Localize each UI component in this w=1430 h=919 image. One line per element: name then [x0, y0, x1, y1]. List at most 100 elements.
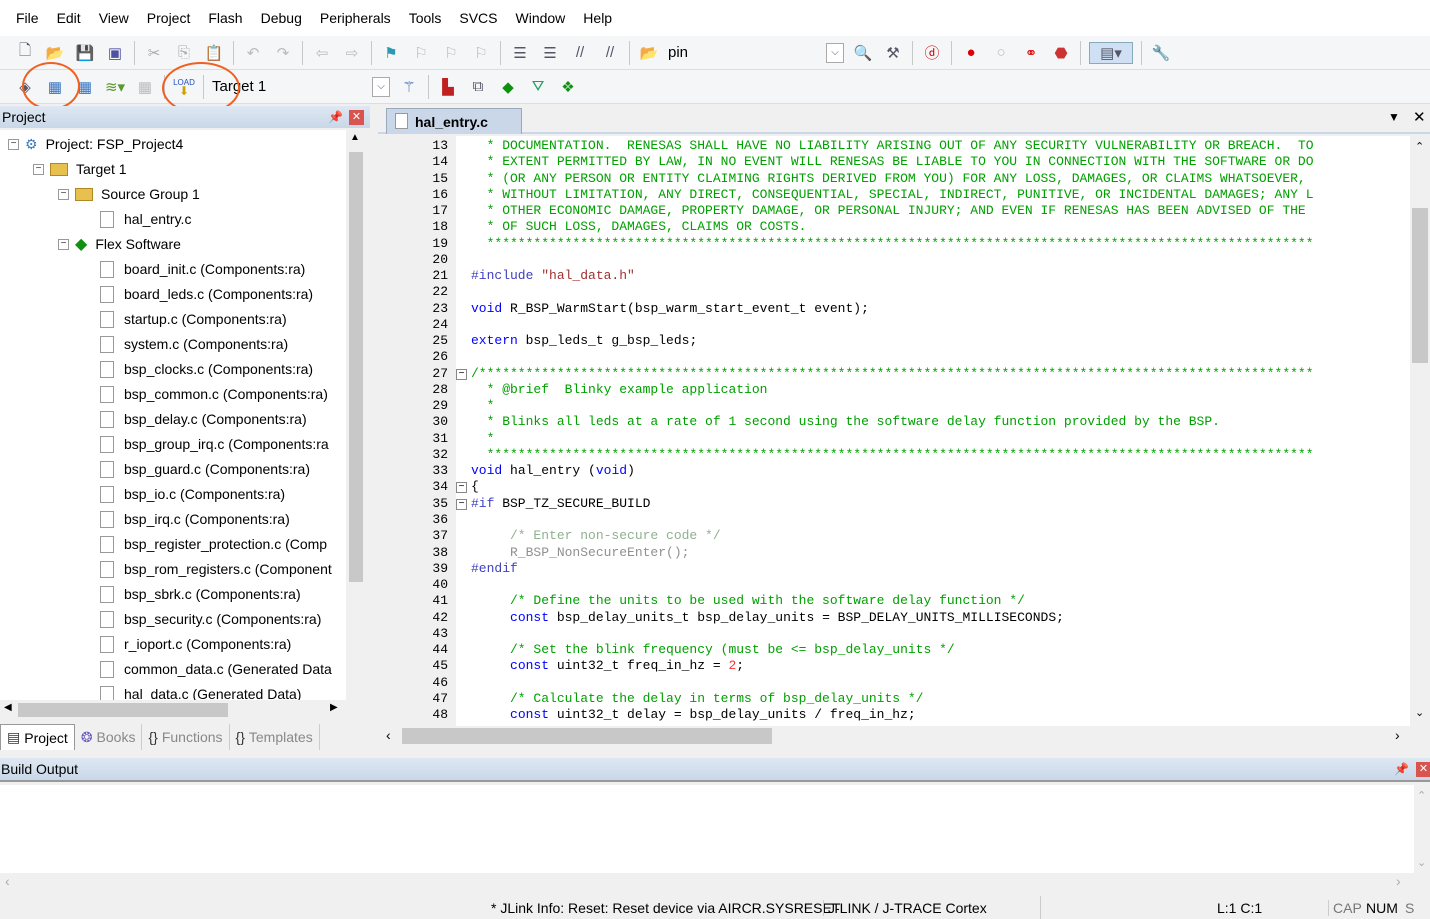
menu-peripherals[interactable]: Peripherals — [311, 10, 400, 26]
tab-list-dropdown-icon[interactable]: ▼ — [1388, 110, 1400, 124]
target-options-icon[interactable]: ⚚ — [398, 76, 420, 98]
menu-project[interactable]: Project — [138, 10, 200, 26]
window-layout-icon[interactable]: ▤▾ — [1089, 41, 1133, 64]
tree-item[interactable]: bsp_io.c (Components:ra) — [100, 482, 285, 506]
fold-toggle-icon[interactable]: − — [456, 482, 467, 494]
tree-item[interactable]: board_leds.c (Components:ra) — [100, 282, 313, 306]
menu-edit[interactable]: Edit — [48, 10, 90, 26]
tree-item[interactable]: bsp_guard.c (Components:ra) — [100, 457, 310, 481]
file-extensions-icon[interactable]: ▙ — [437, 76, 459, 98]
copy-project-icon[interactable]: ⧉ — [467, 76, 489, 98]
fold-toggle-icon[interactable]: − — [456, 368, 467, 380]
clear-bookmarks-icon[interactable]: ⚐ — [470, 42, 492, 64]
close-icon[interactable]: ✕ — [349, 109, 364, 125]
tree-item[interactable]: startup.c (Components:ra) — [100, 307, 287, 331]
code-token: #if — [471, 495, 495, 511]
bookmark-icon[interactable]: ⚑ — [380, 42, 402, 64]
open-folder-icon[interactable]: 📂 — [44, 42, 66, 64]
find-in-files-icon[interactable]: 📂 — [638, 42, 660, 64]
find-icon[interactable]: 🔍 — [852, 42, 874, 64]
forward-icon[interactable]: ⇨ — [341, 42, 363, 64]
tree-item[interactable]: bsp_security.c (Components:ra) — [100, 607, 321, 631]
tree-item[interactable]: hal_data.c (Generated Data) — [100, 682, 301, 700]
collapse-icon[interactable]: − — [8, 138, 19, 150]
tree-item[interactable]: bsp_group_irq.c (Components:ra — [100, 432, 329, 456]
menu-window[interactable]: Window — [507, 10, 575, 26]
select-software-packs-icon[interactable]: ⛛ — [527, 76, 549, 98]
cut-icon[interactable]: ✂ — [143, 42, 165, 64]
stop-build-icon[interactable]: ▦ — [134, 76, 156, 98]
tree-item[interactable]: bsp_rom_registers.c (Component — [100, 557, 332, 581]
tab-books[interactable]: ❂ Books — [75, 724, 143, 750]
tab-templates[interactable]: {} Templates — [230, 724, 320, 750]
pin-icon[interactable]: 📌 — [1394, 762, 1409, 776]
menu-debug[interactable]: Debug — [252, 10, 311, 26]
new-file-icon[interactable]: 🗋 — [14, 42, 36, 64]
tree-item[interactable]: bsp_delay.c (Components:ra) — [100, 407, 307, 431]
tree-item[interactable]: − Target 1 — [33, 157, 127, 181]
next-bookmark-icon[interactable]: ⚐ — [440, 42, 462, 64]
tree-item[interactable]: bsp_clocks.c (Components:ra) — [100, 357, 313, 381]
tree-item[interactable]: system.c (Components:ra) — [100, 332, 288, 356]
uncomment-icon[interactable]: // — [599, 42, 621, 64]
editor-horizontal-scrollbar[interactable]: ‹ › — [380, 726, 1410, 746]
tree-item[interactable]: common_data.c (Generated Data — [100, 657, 332, 681]
tree-item[interactable]: − ⚙ Project: FSP_Project4 — [8, 132, 183, 156]
project-vertical-scrollbar[interactable]: ▲ ▼ — [346, 130, 366, 713]
target-dropdown-icon[interactable]: ⌵ — [372, 76, 390, 97]
tree-item[interactable]: hal_entry.c — [100, 207, 191, 231]
tree-item[interactable]: bsp_irq.c (Components:ra) — [100, 507, 290, 531]
kill-breakpoints-icon[interactable]: ⬣ — [1050, 42, 1072, 64]
collapse-icon[interactable]: − — [58, 238, 69, 250]
comment-icon[interactable]: // — [569, 42, 591, 64]
menu-help[interactable]: Help — [574, 10, 621, 26]
batch-build-icon[interactable]: ≋▾ — [104, 76, 126, 98]
editor-vertical-scrollbar[interactable]: ⌃ ⌄ — [1410, 136, 1430, 726]
debug-session-icon[interactable]: ⓓ — [921, 42, 943, 64]
configure-icon[interactable]: 🔧 — [1150, 42, 1172, 64]
save-icon[interactable]: 💾 — [74, 42, 96, 64]
build-vertical-scrollbar[interactable]: ⌃ ⌄ — [1414, 785, 1430, 873]
tab-functions[interactable]: {} Functions — [142, 724, 230, 750]
menu-view[interactable]: View — [90, 10, 138, 26]
pack-installer-icon[interactable]: ❖ — [557, 76, 579, 98]
manage-run-time-environment-icon[interactable]: ◆ — [497, 76, 519, 98]
close-editor-icon[interactable]: ✕ — [1413, 108, 1426, 126]
build-output-text[interactable] — [0, 785, 1414, 873]
breakpoint-icon[interactable]: ● — [960, 42, 982, 64]
prev-bookmark-icon[interactable]: ⚐ — [410, 42, 432, 64]
menu-flash[interactable]: Flash — [199, 10, 251, 26]
back-icon[interactable]: ⇦ — [311, 42, 333, 64]
undo-icon[interactable]: ↶ — [242, 42, 264, 64]
fold-toggle-icon[interactable]: − — [456, 498, 467, 510]
tree-item[interactable]: − Source Group 1 — [58, 182, 200, 206]
tab-hal-entry[interactable]: hal_entry.c — [386, 108, 522, 134]
collapse-icon[interactable]: − — [58, 188, 69, 200]
tab-project[interactable]: ▤ Project — [0, 724, 75, 750]
copy-icon[interactable]: ⎘ — [173, 42, 195, 64]
tree-item[interactable]: bsp_common.c (Components:ra) — [100, 382, 328, 406]
tree-item[interactable]: bsp_sbrk.c (Components:ra) — [100, 582, 301, 606]
find-input[interactable] — [664, 41, 824, 64]
disable-breakpoint-icon[interactable]: ○ — [990, 42, 1012, 64]
collapse-icon[interactable]: − — [33, 163, 44, 175]
project-horizontal-scrollbar[interactable]: ◀ ▶ — [0, 700, 366, 720]
menu-tools[interactable]: Tools — [400, 10, 451, 26]
find-dropdown-icon[interactable]: ⌵ — [826, 42, 844, 63]
tree-item[interactable]: board_init.c (Components:ra) — [100, 257, 305, 281]
redo-icon[interactable]: ↷ — [272, 42, 294, 64]
tree-item[interactable]: − ◆ Flex Software — [58, 232, 181, 256]
pin-icon[interactable]: 📌 — [328, 110, 343, 124]
unindent-icon[interactable]: ☰ — [539, 42, 561, 64]
tree-item[interactable]: r_ioport.c (Components:ra) — [100, 632, 291, 656]
incremental-find-icon[interactable]: ⚒ — [882, 42, 904, 64]
disable-all-breakpoints-icon[interactable]: ⚭ — [1020, 42, 1042, 64]
menu-file[interactable]: File — [7, 10, 48, 26]
tree-item[interactable]: bsp_register_protection.c (Comp — [100, 532, 327, 556]
close-icon[interactable]: ✕ — [1416, 761, 1430, 777]
paste-icon[interactable]: 📋 — [203, 42, 225, 64]
save-all-icon[interactable]: ▣ — [104, 42, 126, 64]
build-horizontal-scrollbar[interactable]: ‹ › — [0, 873, 1430, 891]
indent-icon[interactable]: ☰ — [509, 42, 531, 64]
menu-svcs[interactable]: SVCS — [450, 10, 506, 26]
